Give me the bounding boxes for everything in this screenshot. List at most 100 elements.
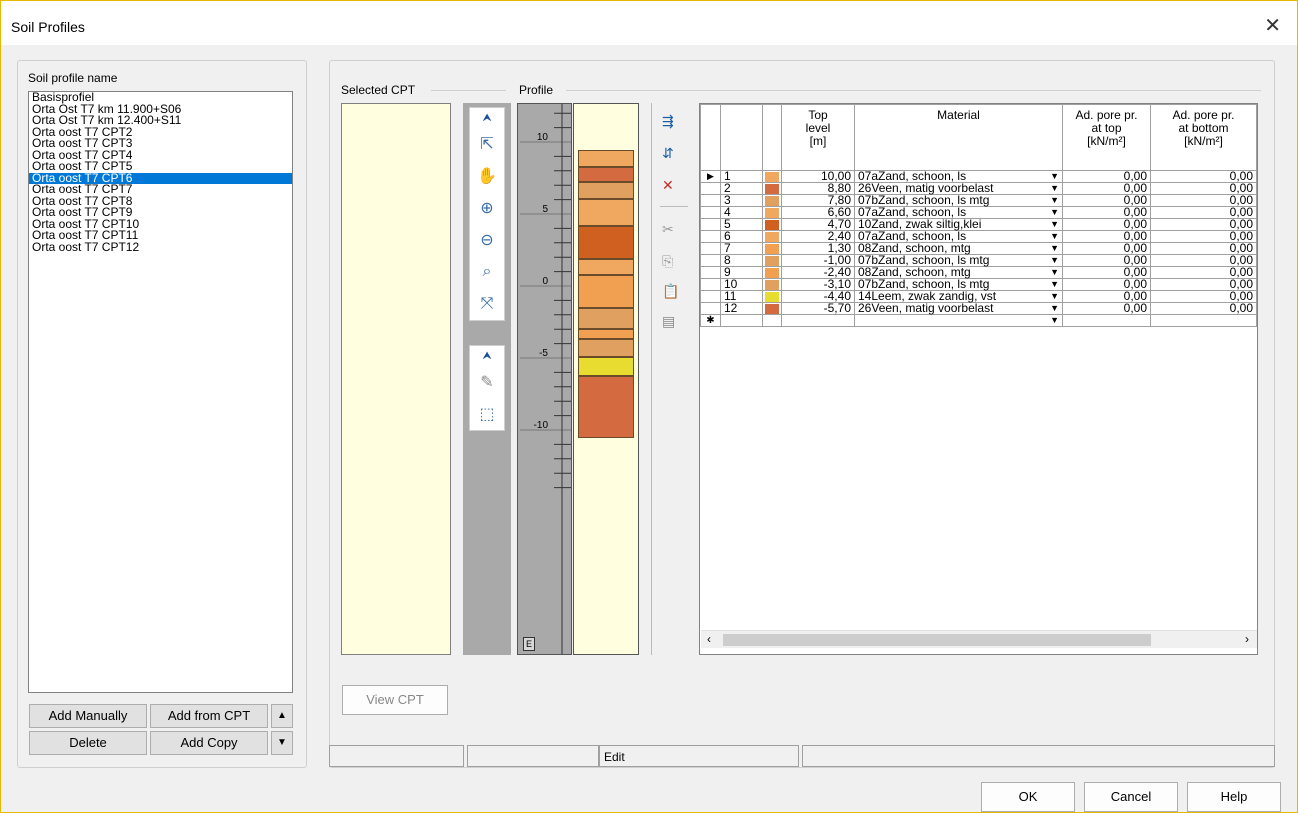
soil-layer-block[interactable]	[578, 328, 634, 339]
material-dropdown-icon[interactable]: ▼	[1050, 171, 1059, 182]
row-indicator[interactable]	[700, 290, 721, 303]
row-indicator[interactable]	[700, 194, 721, 207]
material-dropdown-icon[interactable]: ▼	[1050, 195, 1059, 206]
zoom-out-icon[interactable]: ⊖	[470, 224, 504, 256]
row-indicator[interactable]	[700, 266, 721, 279]
pore-top-header[interactable]: Ad. pore pr. at top [kN/m²]	[1062, 104, 1151, 171]
delete-button[interactable]: Delete	[29, 731, 147, 755]
select-area-icon[interactable]: ⬚	[470, 398, 504, 430]
layer-color-swatch	[762, 182, 782, 195]
cancel-button[interactable]: Cancel	[1084, 782, 1178, 812]
ruler-tick-label: 0	[542, 276, 548, 287]
move-up-button[interactable]: ▲	[271, 704, 293, 728]
row-indicator[interactable]	[700, 218, 721, 231]
collapse-tools-icon[interactable]: ⮝	[470, 108, 504, 128]
material-cell[interactable]: ▼	[854, 314, 1063, 327]
pore-bottom-cell[interactable]: 0,00	[1150, 302, 1257, 315]
new-row[interactable]: ✱ ▼	[700, 314, 1257, 327]
layer-row[interactable]: 8 -1,00 07bZand, schoon, ls mtg ▼ 0,00 0,00	[700, 254, 1257, 267]
top-level-cell[interactable]: -5,70	[781, 302, 855, 315]
material-dropdown-icon[interactable]: ▼	[1050, 207, 1059, 218]
close-icon[interactable]: ✕	[1264, 13, 1281, 38]
paste-rows-icon[interactable]: ▤	[662, 313, 675, 330]
layer-row[interactable]: 6 2,40 07aZand, schoon, ls ▼ 0,00 0,00	[700, 230, 1257, 243]
copy-icon[interactable]: ⎘	[662, 253, 673, 270]
ruler-tick-label: -5	[539, 348, 548, 359]
soil-profile-column[interactable]	[573, 103, 639, 655]
row-indicator[interactable]	[700, 302, 721, 315]
new-row-icon: ✱	[700, 314, 721, 327]
add-copy-button[interactable]: Add Copy	[150, 731, 268, 755]
layer-row[interactable]: 3 7,80 07bZand, schoon, ls mtg ▼ 0,00 0,00	[700, 194, 1257, 207]
row-indicator[interactable]	[700, 278, 721, 291]
material-dropdown-icon[interactable]: ▼	[1050, 243, 1059, 254]
grid-horizontal-scrollbar[interactable]: ‹ ›	[701, 630, 1257, 648]
navigation-tools: ⮝ ⇱ ✋ ⊕ ⊖ ⌕ ⤧	[469, 107, 505, 321]
material-dropdown-icon[interactable]: ▼	[1050, 279, 1059, 290]
soil-layer-grid[interactable]: Top level [m] Material Ad. pore pr. at t…	[699, 103, 1258, 655]
scroll-left-icon[interactable]: ‹	[707, 632, 711, 646]
scroll-right-icon[interactable]: ›	[1245, 632, 1249, 646]
soil-layer-block[interactable]	[578, 357, 634, 377]
status-cell-4	[802, 745, 1275, 767]
select-pointer-icon[interactable]: ⇱	[470, 128, 504, 160]
row-indicator[interactable]	[700, 206, 721, 219]
material-cell[interactable]: 26Veen, matig voorbelast ▼	[854, 302, 1063, 315]
layer-color-swatch	[762, 278, 782, 291]
material-header[interactable]: Material	[854, 104, 1063, 171]
material-dropdown-icon[interactable]: ▼	[1050, 291, 1059, 302]
add-manually-button[interactable]: Add Manually	[29, 704, 147, 728]
soil-layer-block[interactable]	[578, 308, 634, 329]
ok-button[interactable]: OK	[981, 782, 1075, 812]
move-down-button[interactable]: ▼	[271, 731, 293, 755]
material-dropdown-icon[interactable]: ▼	[1050, 315, 1059, 326]
selected-cpt-panel[interactable]	[341, 103, 451, 655]
soil-layer-block[interactable]	[578, 181, 634, 199]
title-bar: Soil Profiles ✕	[1, 1, 1297, 45]
row-indicator[interactable]	[700, 254, 721, 267]
material-dropdown-icon[interactable]: ▼	[1050, 231, 1059, 242]
soil-layer-block[interactable]	[578, 338, 634, 358]
add-from-cpt-button[interactable]: Add from CPT	[150, 704, 268, 728]
soil-layer-block[interactable]	[578, 376, 634, 438]
add-row-icon[interactable]: ⇵	[662, 145, 674, 162]
depth-ruler: 10 5 0 -5 -10 E	[517, 103, 572, 655]
delete-row-icon[interactable]: ✕	[662, 177, 674, 194]
soil-layer-block[interactable]	[578, 226, 634, 260]
material-dropdown-icon[interactable]: ▼	[1050, 219, 1059, 230]
status-cell-1	[329, 745, 464, 767]
top-level-header[interactable]: Top level [m]	[781, 104, 855, 171]
soil-layer-block[interactable]	[578, 150, 634, 168]
row-indicator[interactable]	[700, 242, 721, 255]
pore-bottom-header[interactable]: Ad. pore pr. at bottom [kN/m²]	[1150, 104, 1257, 171]
soil-layer-block[interactable]	[578, 275, 634, 309]
material-dropdown-icon[interactable]: ▼	[1050, 183, 1059, 194]
paste-icon[interactable]: 📋	[662, 283, 679, 300]
insert-row-icon[interactable]: ⇶	[662, 113, 674, 130]
cut-icon[interactable]: ✂	[662, 221, 674, 238]
soil-layer-block[interactable]	[578, 167, 634, 182]
material-dropdown-icon[interactable]: ▼	[1050, 267, 1059, 278]
row-indicator[interactable]	[700, 182, 721, 195]
help-button[interactable]: Help	[1187, 782, 1281, 812]
soil-profile-list[interactable]: Basisprofiel Orta Ost T7 km 11.900+S06 Ort…	[28, 91, 293, 693]
zoom-window-icon[interactable]: ⌕	[470, 256, 504, 288]
zoom-in-icon[interactable]: ⊕	[470, 192, 504, 224]
scroll-thumb[interactable]	[723, 634, 1151, 646]
pore-top-cell[interactable]: 0,00	[1062, 302, 1151, 315]
layer-row[interactable]: 5 4,70 10Zand, zwak siltig,klei ▼ 0,00 0,00	[700, 218, 1257, 231]
profile-list-item[interactable]: Orta oost T7 CPT12	[29, 241, 292, 254]
edit-point-icon[interactable]: ✎	[470, 366, 504, 398]
material-dropdown-icon[interactable]: ▼	[1050, 303, 1059, 314]
zoom-reset-icon[interactable]: ⤧	[470, 288, 504, 320]
view-cpt-button[interactable]: View CPT	[342, 685, 448, 715]
color-header	[762, 104, 782, 171]
collapse-edit-tools-icon[interactable]: ⮝	[470, 346, 504, 366]
soil-layer-block[interactable]	[578, 198, 634, 227]
pan-hand-icon[interactable]: ✋	[470, 160, 504, 192]
row-indicator[interactable]: ▶	[700, 170, 721, 183]
material-dropdown-icon[interactable]: ▼	[1050, 255, 1059, 266]
layer-row[interactable]: 12 -5,70 26Veen, matig voorbelast ▼ 0,00 0,00	[700, 302, 1257, 315]
soil-layer-block[interactable]	[578, 259, 634, 276]
row-indicator[interactable]	[700, 230, 721, 243]
